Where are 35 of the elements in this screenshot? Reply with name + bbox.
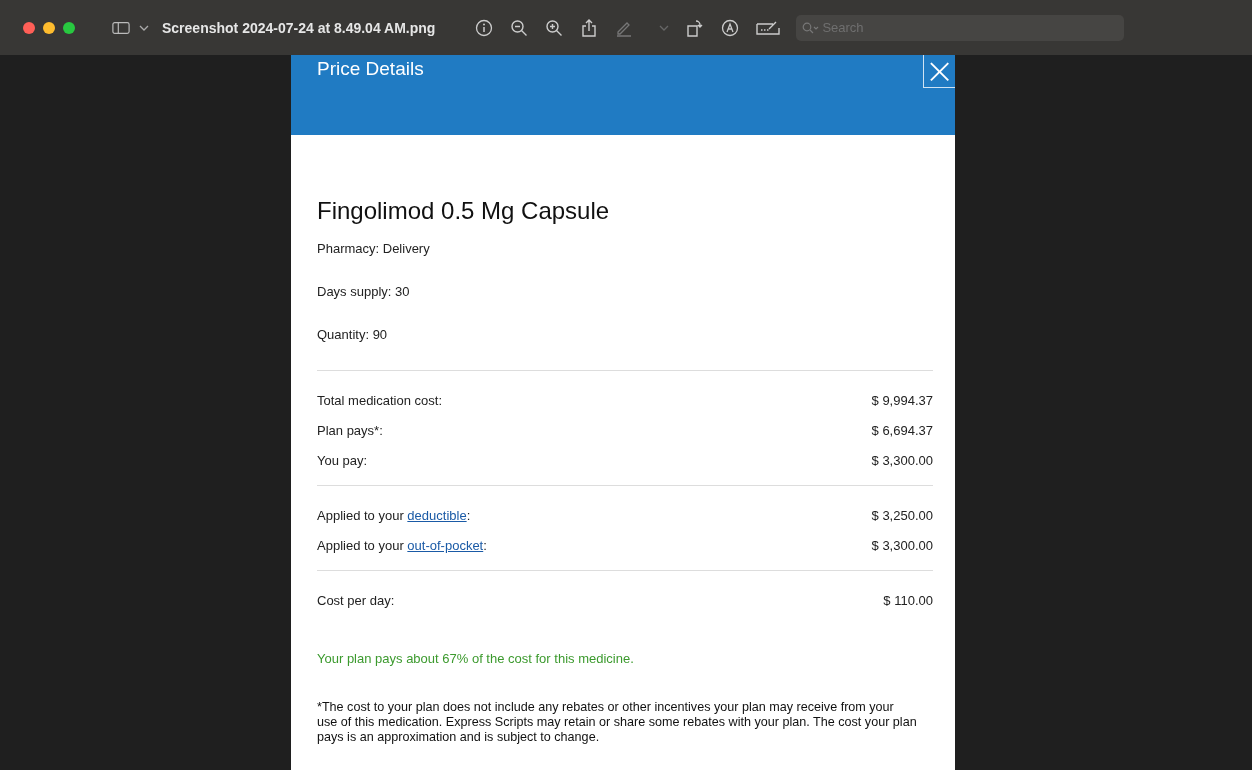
row-label: Total medication cost: xyxy=(317,392,442,408)
detail-text: Pharmacy: Delivery xyxy=(317,241,431,256)
window-title: Screenshot 2024-07-24 at 8.49.04 AM.png xyxy=(162,19,436,36)
row-value: $ 3,250.00 xyxy=(871,507,933,523)
share-icon[interactable] xyxy=(580,18,599,37)
row-label: Applied to your deductible: xyxy=(317,507,471,523)
dialog-title: Price Details xyxy=(317,58,424,80)
form-icon[interactable] xyxy=(756,19,783,36)
row-value: $ 110.00 xyxy=(883,592,933,608)
rotate-icon[interactable] xyxy=(686,18,705,37)
row-label: Applied to your out-of-pocket: xyxy=(317,537,487,553)
detail-text: Quantity: 90 xyxy=(317,327,389,342)
detail-text: Days supply: 30 xyxy=(317,284,411,299)
markup-icon[interactable] xyxy=(721,18,740,37)
close-window-button[interactable] xyxy=(23,21,35,34)
row-label: Plan pays*: xyxy=(317,422,383,438)
row-value: $ 3,300.00 xyxy=(871,537,933,553)
chevron-icon[interactable] xyxy=(139,24,149,31)
row-label: Cost per day: xyxy=(317,592,395,608)
row-value: $ 3,300.00 xyxy=(871,452,933,468)
close-button[interactable]: × xyxy=(923,55,955,88)
sidebar-icon[interactable] xyxy=(112,20,130,35)
row-value: $ 6,694.37 xyxy=(871,422,933,438)
row-label: You pay: xyxy=(317,452,368,468)
search-icon xyxy=(802,21,821,34)
drug-name: Fingolimod 0.5 Mg Capsule xyxy=(317,197,611,225)
summary-text: Your plan pays about 67% of the cost for this medicine. xyxy=(317,651,635,666)
zoom-in-icon[interactable] xyxy=(545,18,564,37)
minimize-window-button[interactable] xyxy=(43,21,55,34)
row-value: $ 9,994.37 xyxy=(871,392,933,408)
zoom-window-button[interactable] xyxy=(63,21,75,34)
link[interactable]: deductible xyxy=(407,507,467,523)
zoom-out-icon[interactable] xyxy=(510,18,529,37)
footnote-text: *The cost to your plan does not include any rebates or other incentives your plan may receive from your use of this medication. Express Scripts may retain or share some rebates with your plan. The cost your plan pays is an approximation and is subject to change. xyxy=(317,700,918,746)
info-icon[interactable] xyxy=(475,18,494,37)
